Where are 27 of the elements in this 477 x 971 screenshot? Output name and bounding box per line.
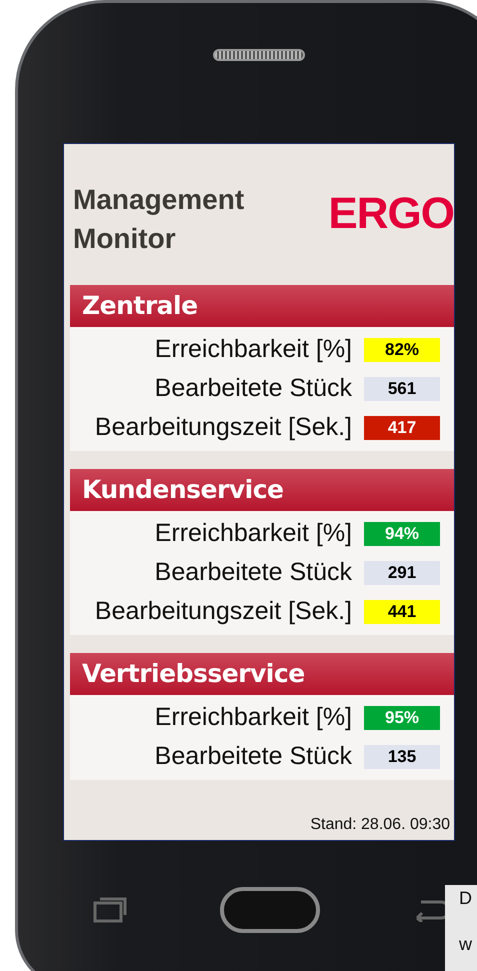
metric-value: 95% [364, 706, 440, 730]
note-text: w [459, 935, 473, 953]
app-title: Management Monitor [73, 183, 246, 256]
metric-value: 291 [364, 560, 440, 584]
metric-label: Bearbeitungszeit [Sek.] [94, 599, 352, 624]
section-header: Kundenservice [70, 469, 454, 511]
timestamp: Stand: 28.06. 09:30 [310, 816, 450, 833]
metric-label: Bearbeitete Stück [154, 376, 352, 401]
metric-value: 82% [364, 338, 440, 362]
section-header: Vertriebsservice [70, 653, 454, 695]
metric-value: 94% [364, 522, 440, 546]
note-text: D [459, 889, 473, 907]
home-button[interactable] [220, 887, 320, 933]
logo: ERGO [328, 192, 454, 236]
metric-label: Bearbeitete Stück [154, 744, 352, 769]
back-icon[interactable] [413, 898, 447, 922]
section-header: Zentrale [70, 285, 454, 327]
metric-label: Erreichbarkeit [%] [154, 521, 352, 546]
metric-label: Erreichbarkeit [%] [154, 705, 352, 730]
metric-value: 135 [364, 744, 440, 768]
metric-value: 441 [364, 600, 440, 624]
metric-label: Bearbeitungszeit [Sek.] [94, 415, 352, 440]
metric-label: Bearbeitete Stück [154, 560, 352, 585]
metric-value: 561 [364, 376, 440, 400]
metric-value: 417 [364, 416, 440, 440]
recent-apps-icon[interactable] [93, 897, 127, 923]
metric-label: Erreichbarkeit [%] [154, 337, 352, 362]
